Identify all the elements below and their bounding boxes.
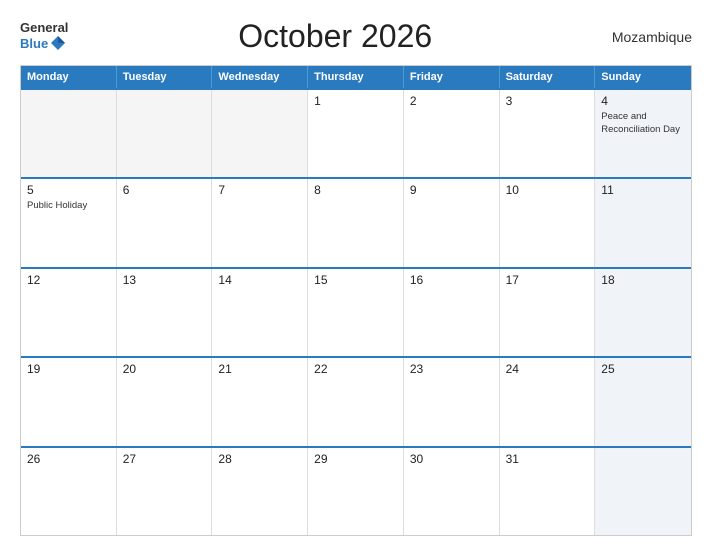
week-row-2: 5 Public Holiday 6789 10 11 [21, 177, 691, 266]
cal-cell: 7 [212, 179, 308, 266]
cal-cell: 28 [212, 448, 308, 535]
event-text: Peace and Reconciliation Day [601, 111, 680, 135]
week-row-1: 1234 Peace and Reconciliation Day [21, 88, 691, 177]
cal-cell [21, 90, 117, 177]
day-number: 28 [218, 452, 301, 466]
header: General Blue October 2026 Mozambique [20, 18, 692, 55]
logo-blue-text: Blue [20, 37, 48, 50]
event-text: Public Holiday [27, 200, 87, 211]
cal-cell: 12 [21, 269, 117, 356]
day-number: 10 [506, 183, 589, 197]
header-day-tuesday: Tuesday [117, 66, 213, 88]
day-number: 25 [601, 362, 685, 376]
cal-cell: 5 Public Holiday [21, 179, 117, 266]
cal-cell: 23 [404, 358, 500, 445]
day-number: 30 [410, 452, 493, 466]
logo-general-text: General [20, 21, 68, 34]
cal-cell: 24 [500, 358, 596, 445]
cal-cell: 25 [595, 358, 691, 445]
week-row-4: 19 20 21 22 23 24 25 [21, 356, 691, 445]
logo-flag-icon [49, 34, 67, 52]
calendar: MondayTuesdayWednesdayThursdayFridaySatu… [20, 65, 692, 536]
logo: General Blue [20, 21, 68, 52]
calendar-header: MondayTuesdayWednesdayThursdayFridaySatu… [21, 66, 691, 88]
cal-cell [117, 90, 213, 177]
day-number: 7 [218, 183, 301, 197]
cal-cell: 21 [212, 358, 308, 445]
day-number: 15 [314, 273, 397, 287]
page: General Blue October 2026 Mozambique Mon… [0, 0, 712, 550]
cal-cell: 6 [117, 179, 213, 266]
cal-cell: 17 [500, 269, 596, 356]
cal-cell: 11 [595, 179, 691, 266]
cal-cell: 8 [308, 179, 404, 266]
day-number: 1 [314, 94, 397, 108]
day-number: 3 [506, 94, 589, 108]
cal-cell: 16 [404, 269, 500, 356]
day-number: 5 [27, 183, 110, 197]
day-number: 21 [218, 362, 301, 376]
cal-cell: 31 [500, 448, 596, 535]
cal-cell [595, 448, 691, 535]
day-number: 20 [123, 362, 206, 376]
header-day-wednesday: Wednesday [212, 66, 308, 88]
cal-cell: 9 [404, 179, 500, 266]
header-day-monday: Monday [21, 66, 117, 88]
month-title: October 2026 [68, 18, 602, 55]
cal-cell [212, 90, 308, 177]
cal-cell: 4 Peace and Reconciliation Day [595, 90, 691, 177]
day-number: 23 [410, 362, 493, 376]
day-number: 26 [27, 452, 110, 466]
cal-cell: 19 [21, 358, 117, 445]
day-number: 2 [410, 94, 493, 108]
cal-cell: 10 [500, 179, 596, 266]
day-number: 22 [314, 362, 397, 376]
cal-cell: 22 [308, 358, 404, 445]
header-day-thursday: Thursday [308, 66, 404, 88]
week-row-5: 26 27 28 29 30 31 [21, 446, 691, 535]
header-day-friday: Friday [404, 66, 500, 88]
cal-cell: 27 [117, 448, 213, 535]
header-day-sunday: Sunday [595, 66, 691, 88]
cal-cell: 30 [404, 448, 500, 535]
cal-cell: 29 [308, 448, 404, 535]
day-number: 13 [123, 273, 206, 287]
cal-cell: 2 [404, 90, 500, 177]
day-number: 24 [506, 362, 589, 376]
cal-cell: 20 [117, 358, 213, 445]
day-number: 17 [506, 273, 589, 287]
cal-cell: 3 [500, 90, 596, 177]
day-number: 4 [601, 94, 685, 108]
day-number: 19 [27, 362, 110, 376]
day-number: 14 [218, 273, 301, 287]
cal-cell: 1 [308, 90, 404, 177]
day-number: 29 [314, 452, 397, 466]
day-number: 9 [410, 183, 493, 197]
week-row-3: 12 13 14 15 16 17 18 [21, 267, 691, 356]
country-label: Mozambique [602, 29, 692, 45]
day-number: 18 [601, 273, 685, 287]
calendar-body: 1234Peace and Reconciliation Day5Public … [21, 88, 691, 535]
day-number: 31 [506, 452, 589, 466]
cal-cell: 13 [117, 269, 213, 356]
day-number: 11 [601, 183, 685, 197]
day-number: 27 [123, 452, 206, 466]
cal-cell: 26 [21, 448, 117, 535]
cal-cell: 18 [595, 269, 691, 356]
day-number: 16 [410, 273, 493, 287]
cal-cell: 15 [308, 269, 404, 356]
header-day-saturday: Saturday [500, 66, 596, 88]
cal-cell: 14 [212, 269, 308, 356]
day-number: 8 [314, 183, 397, 197]
day-number: 12 [27, 273, 110, 287]
day-number: 6 [123, 183, 206, 197]
